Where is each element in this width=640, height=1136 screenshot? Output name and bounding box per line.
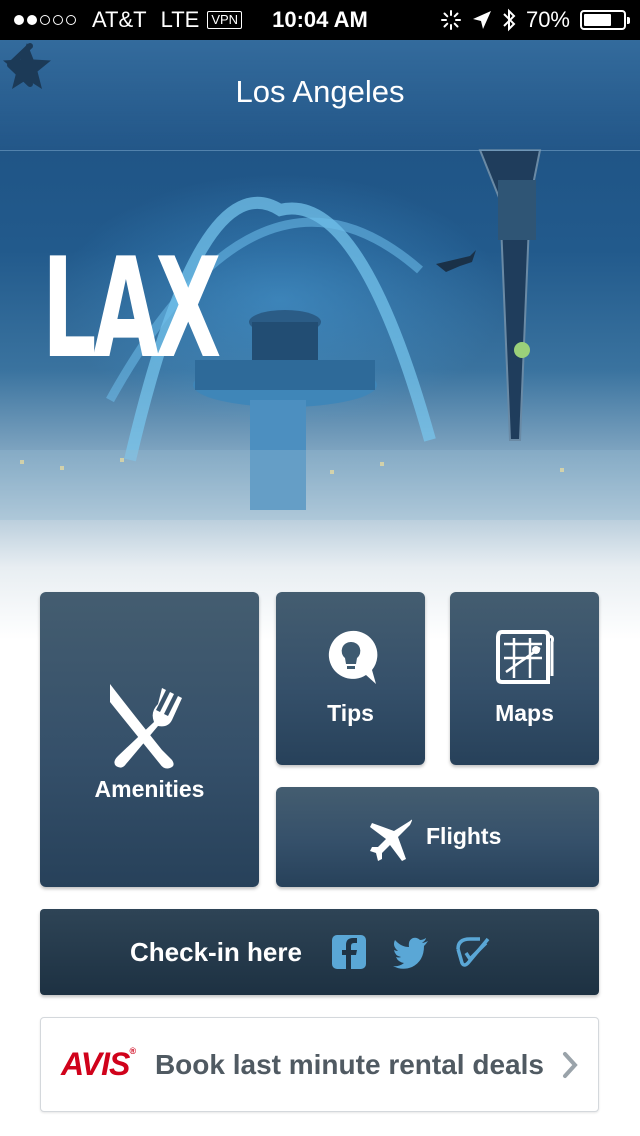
foursquare-checkmark-icon[interactable]	[454, 933, 492, 971]
avis-logo: AVIS®	[61, 1046, 136, 1082]
maps-label: Maps	[495, 700, 554, 726]
flights-label: Flights	[426, 823, 502, 849]
lightbulb-bubble-icon	[328, 630, 378, 684]
airport-code-heading: LAX	[42, 228, 221, 389]
fork-knife-icon	[110, 684, 182, 769]
airplane-icon	[370, 819, 412, 861]
signal-strength-icon	[14, 15, 76, 25]
carrier-label: AT&T	[92, 7, 147, 32]
facebook-icon[interactable]	[330, 933, 368, 971]
tips-label: Tips	[327, 700, 374, 726]
favorite-star-icon[interactable]	[0, 40, 54, 94]
location-arrow-icon	[472, 11, 491, 29]
checkin-bar[interactable]: Check-in here	[40, 909, 599, 995]
network-label: LTE	[160, 7, 200, 32]
nav-bar: Los Angeles	[0, 40, 640, 151]
flights-tile[interactable]: Flights	[276, 787, 599, 887]
status-bar: AT&T LTE VPN 10:04 AM 70%	[0, 0, 640, 40]
hero-banner: Los Angeles LAX	[0, 40, 640, 640]
chevron-right-icon	[563, 1052, 578, 1078]
battery-percent: 70%	[525, 7, 570, 32]
map-icon	[496, 630, 554, 684]
checkin-label: Check-in here	[130, 936, 302, 967]
maps-tile[interactable]: Maps	[450, 592, 599, 765]
amenities-label: Amenities	[94, 776, 205, 802]
battery-icon	[580, 10, 630, 30]
activity-spinner-icon	[440, 10, 461, 30]
amenities-tile[interactable]: Amenities	[40, 592, 259, 887]
tips-tile[interactable]: Tips	[276, 592, 425, 765]
twitter-icon[interactable]	[392, 933, 430, 971]
avis-ad-banner[interactable]: AVIS® Book last minute rental deals	[40, 1017, 599, 1112]
page-title: Los Angeles	[235, 74, 405, 109]
avis-ad-text: Book last minute rental deals	[154, 1048, 544, 1080]
vpn-badge: VPN	[207, 11, 243, 29]
bluetooth-icon	[503, 8, 516, 32]
